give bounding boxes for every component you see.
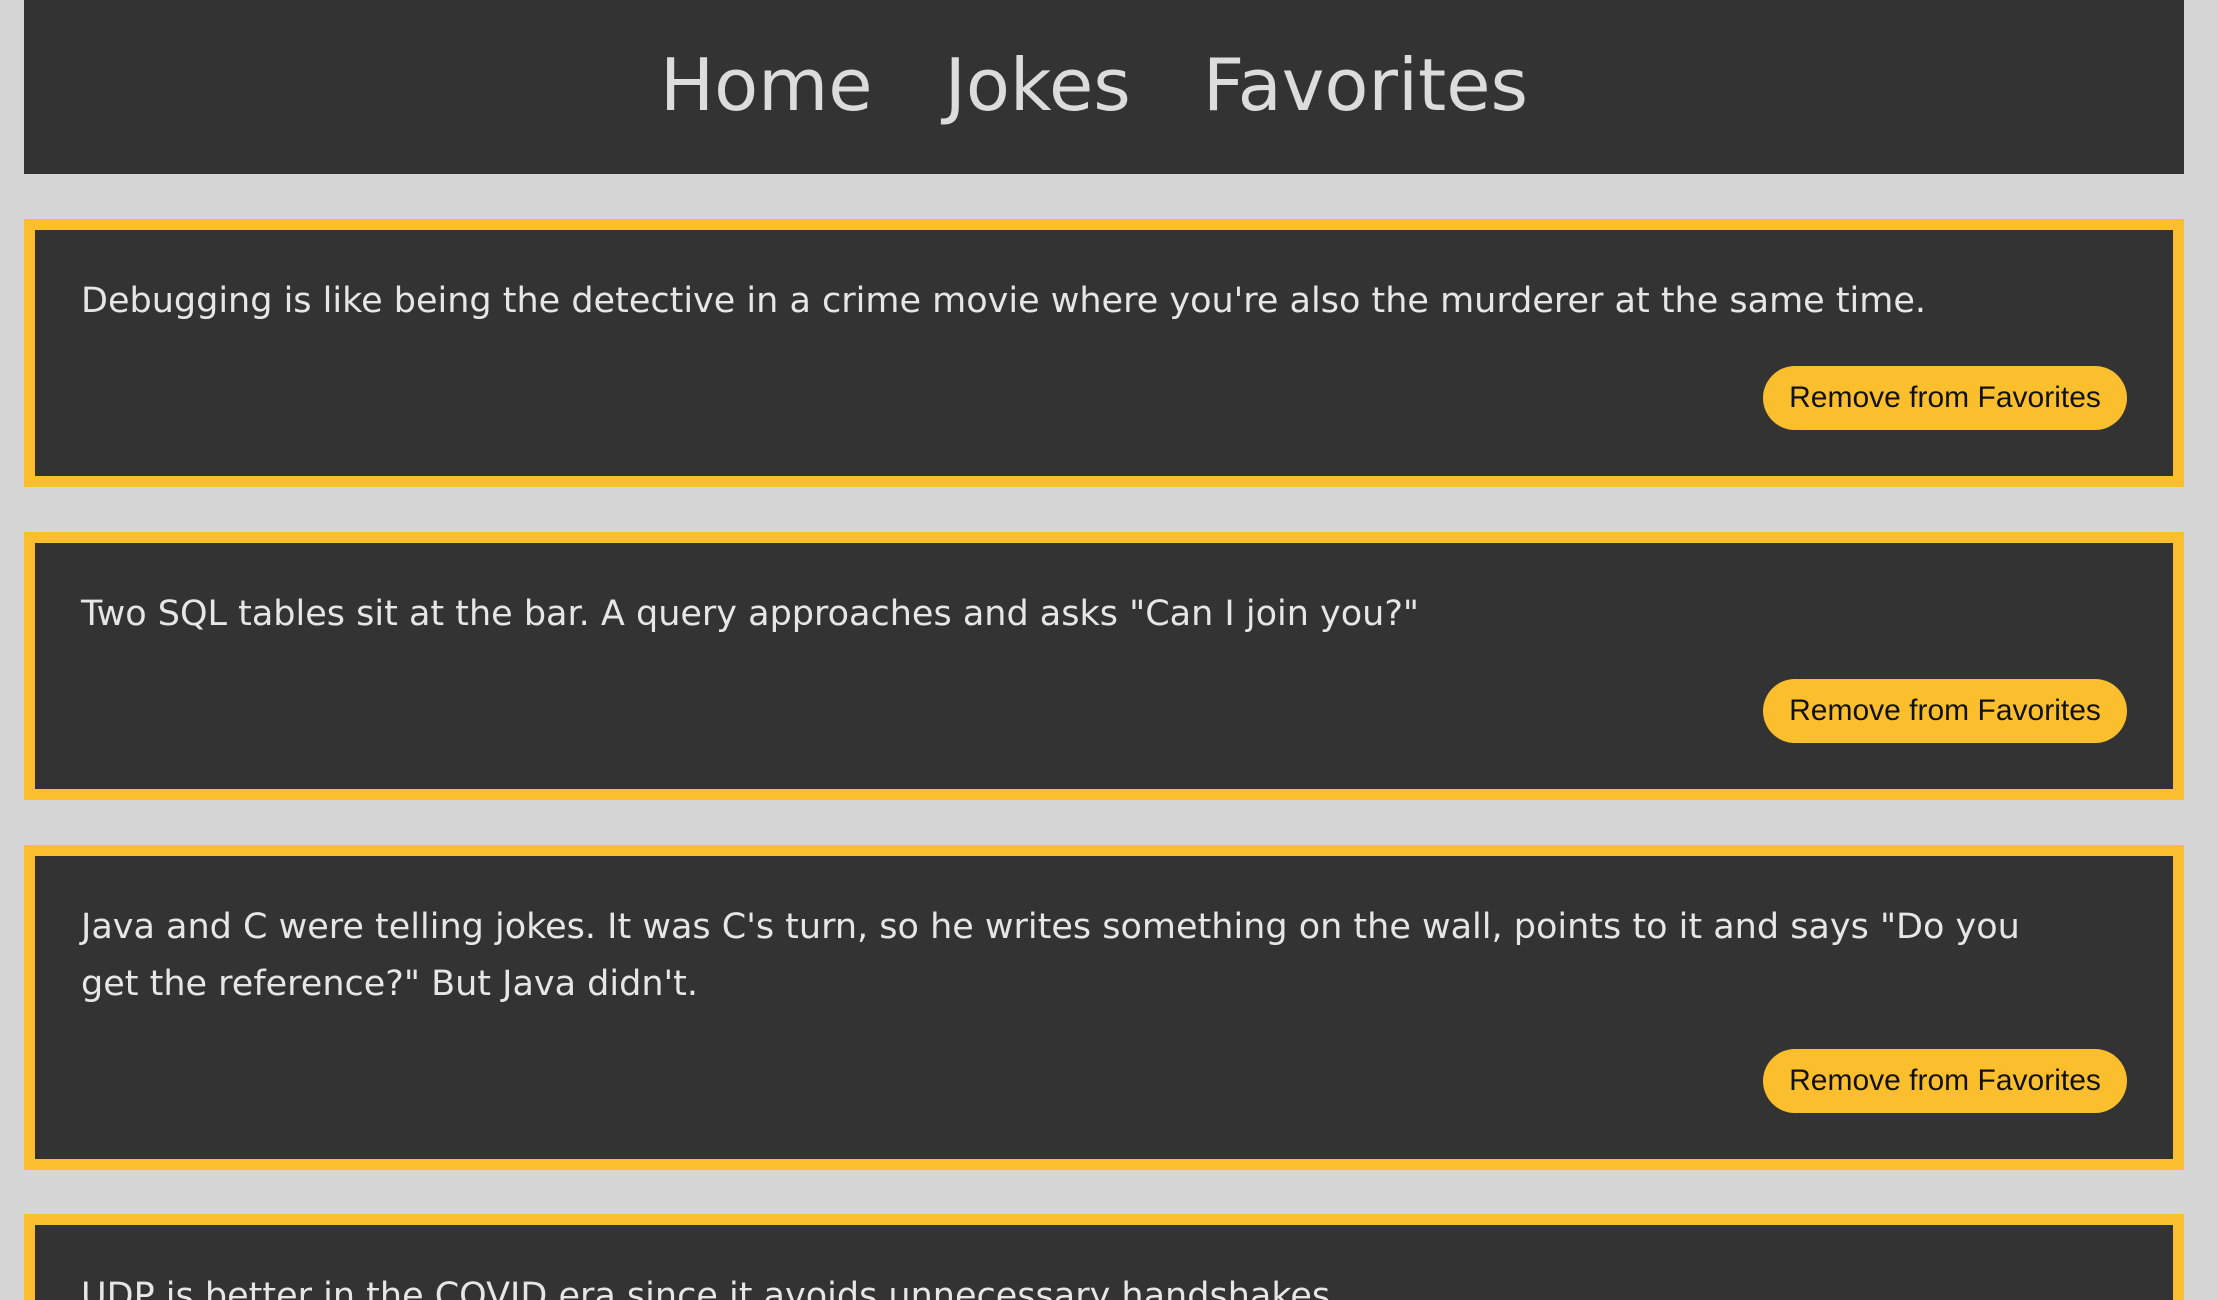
- favorite-joke-card: Two SQL tables sit at the bar. A query a…: [24, 532, 2184, 800]
- top-navigation-bar: Home Jokes Favorites: [24, 0, 2184, 174]
- joke-text: Two SQL tables sit at the bar. A query a…: [81, 594, 1419, 634]
- joke-text: Java and C were telling jokes. It was C'…: [81, 907, 2020, 1004]
- joke-text: Debugging is like being the detective in…: [81, 281, 1927, 321]
- favorite-joke-card: Debugging is like being the detective in…: [24, 219, 2184, 487]
- remove-from-favorites-button[interactable]: Remove from Favorites: [1763, 366, 2127, 430]
- nav-link-jokes[interactable]: Jokes: [945, 49, 1131, 121]
- favorite-joke-card: Java and C were telling jokes. It was C'…: [24, 845, 2184, 1170]
- remove-from-favorites-button[interactable]: Remove from Favorites: [1763, 1049, 2127, 1113]
- nav-link-home[interactable]: Home: [660, 49, 873, 121]
- favorites-page: Home Jokes Favorites Debugging is like b…: [0, 0, 2217, 1300]
- favorite-joke-card: UDP is better in the COVID era since it …: [24, 1214, 2184, 1300]
- remove-from-favorites-button[interactable]: Remove from Favorites: [1763, 679, 2127, 743]
- joke-text: UDP is better in the COVID era since it …: [81, 1276, 1342, 1300]
- nav-link-favorites[interactable]: Favorites: [1203, 49, 1528, 121]
